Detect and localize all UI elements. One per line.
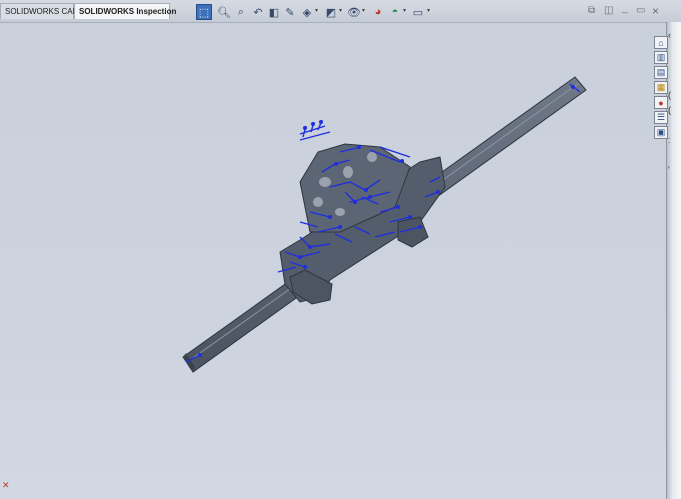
select-button[interactable]: ⬚ — [196, 4, 212, 20]
design-library-icon[interactable]: ▤ — [654, 66, 668, 79]
zoom-to-area-button[interactable]: ⌕ — [233, 4, 249, 20]
file-explorer-icon[interactable]: ▦ — [654, 81, 668, 94]
display-style-icon: ◩ — [325, 6, 337, 19]
section-view-icon: ◧ — [268, 6, 280, 19]
tab-solidworks-cam[interactable]: SOLIDWORKS CAM — [0, 3, 79, 19]
previous-view-button[interactable]: ↶ — [250, 4, 266, 20]
view-settings-caret-icon[interactable]: ▾ — [427, 7, 430, 14]
custom-properties-icon[interactable]: ☰ — [654, 111, 668, 124]
pane-edge-mark — [668, 60, 681, 75]
model-part — [182, 76, 587, 373]
section-view-button[interactable]: ◧ — [266, 4, 282, 20]
bracket-hole — [343, 166, 353, 178]
apply-scene-caret-icon[interactable]: ▾ — [403, 7, 406, 14]
pane-edge-mark: ( — [668, 105, 671, 115]
pane-edge-mark: ( — [668, 90, 671, 100]
bracket-hole — [319, 177, 331, 187]
zoom-to-fit-icon: 🔍︎ — [217, 6, 231, 19]
display-style-caret-icon[interactable]: ▾ — [339, 7, 342, 14]
pane-edge-mark: ' — [668, 165, 670, 175]
pane-edge-mark — [668, 45, 681, 60]
dynamic-annotation-icon: ✎ — [285, 6, 295, 19]
tile-icon[interactable]: ◫ — [604, 5, 613, 16]
view-settings-icon: ▭ — [412, 6, 424, 19]
heads-up-view-toolbar: ⬚ 🔍︎ ⌕ ↶ ◧ ✎ ◈ ▾ ◩ ▾ 👁︎ ▾ ◕ ◓ ▾ ▭ ▾ — [196, 4, 440, 20]
view-orientation-caret-icon[interactable]: ▾ — [315, 7, 318, 14]
bracket-hole — [335, 208, 345, 216]
pane-edge-mark — [668, 150, 681, 165]
edit-appearance-button[interactable]: ◕ — [370, 4, 386, 20]
hide-show-items-button[interactable]: 👁︎ — [346, 4, 362, 20]
maximize-icon[interactable]: ▭ — [636, 5, 645, 16]
select-icon: ⬚ — [198, 6, 210, 19]
forum-icon[interactable]: ▣ — [654, 126, 668, 139]
view-orientation-button[interactable]: ◈ — [299, 4, 315, 20]
restore-icon[interactable]: ⧉ — [588, 5, 595, 16]
task-pane-edge: ‹ ( ( : ' — [668, 30, 681, 180]
minimize-icon[interactable]: _ — [622, 3, 628, 14]
hide-show-items-icon: 👁︎ — [347, 6, 361, 19]
dynamic-annotation-button[interactable]: ✎ — [282, 4, 298, 20]
appearances-icon[interactable]: ● — [654, 96, 668, 109]
bracket-hole — [313, 197, 323, 207]
edit-appearance-icon: ◕ — [374, 6, 382, 18]
view-orientation-icon: ◈ — [302, 6, 312, 19]
model-viewport[interactable] — [0, 22, 681, 499]
view-settings-button[interactable]: ▭ — [410, 4, 426, 20]
previous-view-icon: ↶ — [253, 6, 263, 19]
hide-show-caret-icon[interactable]: ▾ — [362, 7, 365, 14]
apply-scene-button[interactable]: ◓ — [387, 4, 403, 20]
pane-edge-mark — [668, 120, 681, 135]
apply-scene-icon: ◓ — [391, 6, 399, 18]
resources-icon[interactable]: ▥ — [654, 51, 668, 64]
tab-solidworks-inspection[interactable]: SOLIDWORKS Inspection — [74, 3, 176, 19]
zoom-to-fit-button[interactable]: 🔍︎ — [216, 4, 232, 20]
reference-triad-icon: ✕ — [2, 480, 10, 490]
home-icon[interactable]: ⌂ — [654, 36, 668, 49]
zoom-to-area-icon: ⌕ — [237, 5, 245, 18]
pane-edge-mark — [668, 75, 681, 90]
bracket-hole — [367, 152, 377, 162]
close-icon[interactable]: × — [652, 4, 659, 18]
display-style-button[interactable]: ◩ — [323, 4, 339, 20]
collapse-pane-icon[interactable]: ‹ — [668, 30, 681, 45]
pane-edge-mark: : — [668, 135, 671, 145]
